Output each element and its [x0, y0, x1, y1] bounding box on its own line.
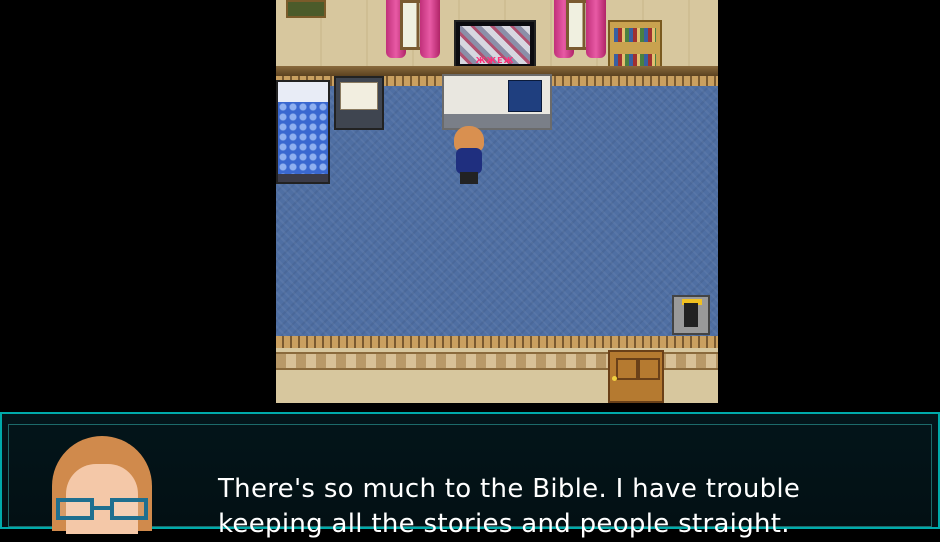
- dialog-text: There's so much to the Bible. I have tro…: [218, 472, 918, 542]
- game-console-icon: [508, 80, 542, 112]
- nightstand-with-book[interactable]: [334, 76, 384, 130]
- shelf-books-row: [614, 28, 656, 42]
- glasses-icon: [56, 498, 150, 526]
- dialog-line-2: keeping all the stories and people strai…: [218, 509, 790, 539]
- tv-screen-text: ЖЖЕЖ: [475, 56, 515, 65]
- desk[interactable]: [442, 74, 552, 130]
- wall-picture: [286, 0, 326, 18]
- message-window[interactable]: There's so much to the Bible. I have tro…: [0, 412, 940, 539]
- wall-border-bottom: [276, 336, 718, 348]
- pillow: [278, 82, 328, 102]
- glasses-bridge: [94, 506, 110, 510]
- bin-opening: [684, 303, 698, 327]
- curtain-left-2: [420, 0, 440, 58]
- open-book-icon: [340, 82, 378, 110]
- curtain-right-2: [586, 0, 606, 58]
- player-character[interactable]: [452, 126, 486, 184]
- blanket: [278, 102, 328, 174]
- bed[interactable]: [276, 80, 330, 184]
- glasses-lens-right: [110, 498, 148, 520]
- character-body: [456, 148, 482, 174]
- room-door[interactable]: [608, 350, 664, 403]
- glasses-lens-left: [56, 498, 94, 520]
- door-knob-icon: [612, 376, 617, 381]
- television[interactable]: ЖЖЕЖ: [454, 20, 536, 70]
- speaker-portrait: [42, 436, 166, 534]
- game-map: ЖЖЕЖ: [276, 0, 718, 403]
- trash-bin[interactable]: [672, 295, 710, 335]
- dialog-line-1: There's so much to the Bible. I have tro…: [218, 474, 801, 504]
- character-legs: [460, 172, 478, 184]
